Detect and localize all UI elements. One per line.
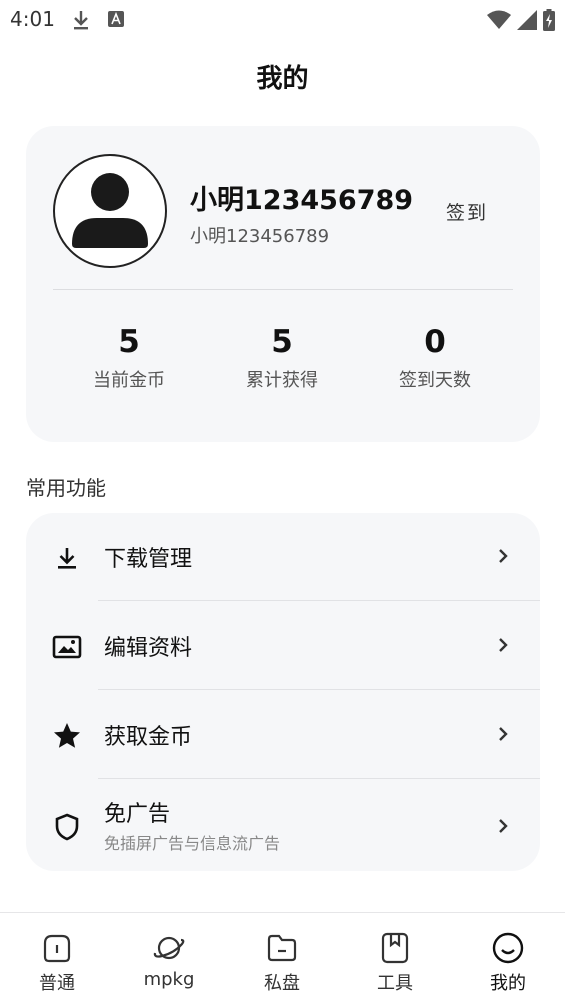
image-edit-icon: [52, 635, 82, 659]
stat-label: 当前金币: [93, 370, 165, 391]
stat-value: 5: [118, 324, 140, 360]
chevron-right-icon: [499, 727, 508, 741]
bookmark-box-icon: [381, 932, 409, 964]
menu-label: 下载管理: [104, 547, 193, 572]
profile-card: 小明123456789 小明123456789 签到 5 当前金币 5 累计获得…: [26, 126, 540, 442]
menu-divider: [98, 600, 540, 601]
stat-value: 5: [271, 324, 293, 360]
stat-current-coins[interactable]: 5 当前金币: [54, 324, 204, 392]
wifi-icon: [487, 10, 511, 29]
nav-tab-mpkg[interactable]: mpkg: [119, 931, 219, 990]
menu-divider: [98, 689, 540, 690]
nav-tab-normal[interactable]: 普通: [7, 931, 107, 995]
page-title: 我的: [256, 64, 309, 94]
menu-label: 编辑资料: [104, 636, 193, 661]
chevron-right-icon: [499, 638, 508, 652]
status-icons: [487, 9, 555, 31]
folder-icon: [267, 934, 297, 962]
shield-icon: [55, 813, 79, 841]
keyboard-status-icon: [108, 11, 124, 27]
menu-card: 下载管理 编辑资料 获取金币 免广告 免插屏广告与信息流广告: [26, 513, 540, 871]
user-avatar-icon: [72, 173, 148, 248]
menu-item-earn-coins[interactable]: 获取金币: [26, 691, 540, 779]
signal-icon: [517, 10, 537, 30]
stat-label: 签到天数: [399, 370, 471, 391]
menu-item-ad-free[interactable]: 免广告 免插屏广告与信息流广告: [26, 780, 540, 871]
stat-value: 0: [424, 324, 446, 360]
chevron-right-icon: [499, 819, 508, 833]
battery-icon: [543, 9, 555, 31]
planet-icon: [153, 936, 185, 960]
menu-label: 获取金币: [104, 725, 193, 750]
status-bar: 4:01: [0, 0, 565, 40]
menu-item-edit-profile[interactable]: 编辑资料: [26, 602, 540, 690]
menu-item-download-manager[interactable]: 下载管理: [26, 513, 540, 601]
nav-tab-private-disk[interactable]: 私盘: [232, 931, 332, 995]
nav-label: 我的: [490, 973, 526, 994]
avatar[interactable]: [53, 154, 167, 268]
section-title: 常用功能: [26, 476, 106, 500]
download-status-icon: [74, 11, 88, 30]
status-time: 4:01: [10, 7, 55, 31]
stat-label: 累计获得: [246, 370, 318, 391]
stat-total-earned[interactable]: 5 累计获得: [207, 324, 357, 392]
stat-signin-days[interactable]: 0 签到天数: [360, 324, 510, 392]
menu-divider: [98, 778, 540, 779]
user-name: 小明123456789: [190, 185, 414, 216]
normal-icon: [43, 934, 71, 963]
nav-label: mpkg: [143, 969, 195, 990]
card-divider: [53, 289, 513, 290]
menu-sublabel: 免插屏广告与信息流广告: [104, 834, 281, 853]
nav-label: 工具: [377, 973, 413, 994]
signin-button[interactable]: 签到: [426, 198, 508, 228]
chevron-right-icon: [499, 549, 508, 563]
bottom-nav: 普通 mpkg 私盘 工具 我的: [0, 912, 565, 1004]
user-id: 小明123456789: [190, 226, 330, 247]
menu-label: 免广告: [104, 802, 171, 827]
nav-tab-tools[interactable]: 工具: [345, 931, 445, 995]
nav-label: 私盘: [264, 973, 300, 994]
nav-label: 普通: [39, 973, 75, 994]
download-icon: [58, 548, 76, 569]
star-icon: [54, 723, 80, 748]
smile-icon: [492, 932, 524, 964]
nav-tab-mine[interactable]: 我的: [458, 931, 558, 995]
